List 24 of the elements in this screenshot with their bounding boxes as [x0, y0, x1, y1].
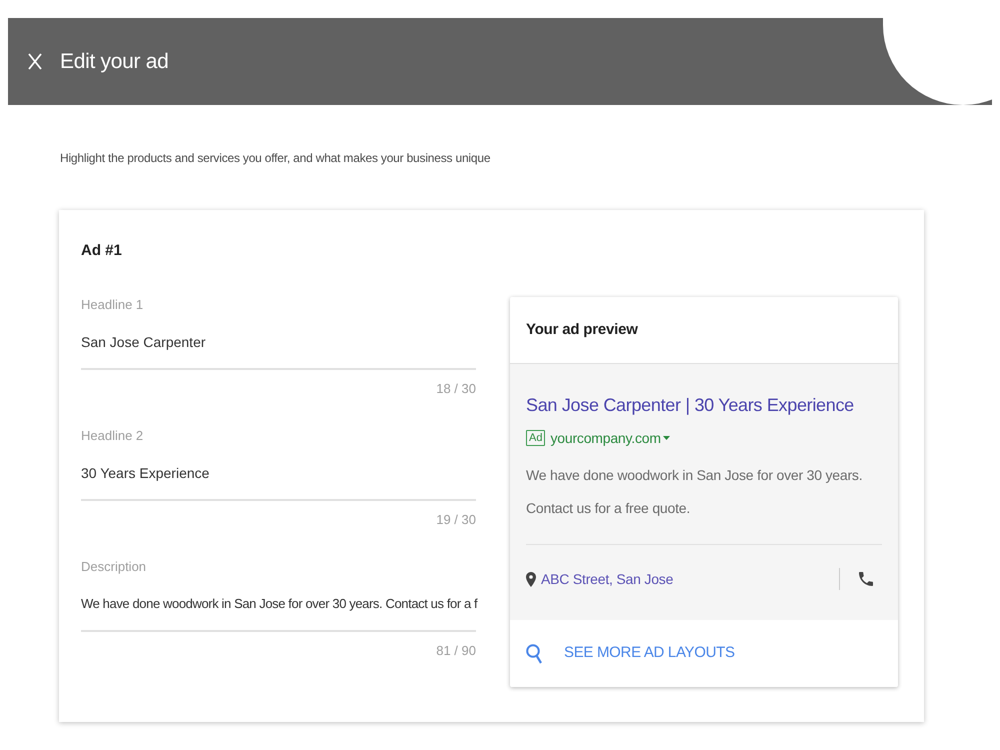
ad-headline-link[interactable]: San Jose Carpenter | 30 Years Experience	[526, 392, 854, 418]
search-icon	[526, 644, 542, 664]
preview-title: Your ad preview	[526, 320, 638, 340]
ad-title: Ad #1	[81, 241, 122, 261]
text-field[interactable]: 30 Years Experience	[81, 463, 476, 501]
ad-description: We have done woodwork in San Jose for over 30 years. Contact us for a free quote.	[526, 466, 864, 518]
field-label: Headline 1	[81, 297, 144, 313]
location-link[interactable]: ABC Street, San Jose	[541, 568, 674, 590]
intro-text: Highlight the products and services you offer, and what makes your business unique	[60, 150, 492, 166]
field-label: Description	[81, 559, 146, 575]
caret-icon[interactable]	[662, 436, 670, 440]
display-url-link[interactable]: yourcompany.com	[550, 428, 661, 448]
character-counter: 19 / 30	[436, 511, 476, 529]
field-label: Headline 2	[81, 428, 144, 444]
map-pin-icon	[526, 572, 536, 586]
text-field[interactable]: San Jose Carpenter	[81, 332, 476, 370]
phone-icon[interactable]	[859, 572, 873, 586]
text-field[interactable]: We have done woodwork in San Jose for over 30 years. Contact us for a f	[81, 594, 476, 632]
character-counter: 18 / 30	[436, 380, 476, 398]
ad-tag: Ad	[526, 430, 546, 446]
close-icon[interactable]	[28, 53, 42, 70]
see-more-layouts-button[interactable]: SEE MORE AD LAYOUTS	[526, 642, 735, 665]
character-counter: 81 / 90	[436, 642, 476, 660]
page-title: Edit your ad	[60, 48, 168, 75]
